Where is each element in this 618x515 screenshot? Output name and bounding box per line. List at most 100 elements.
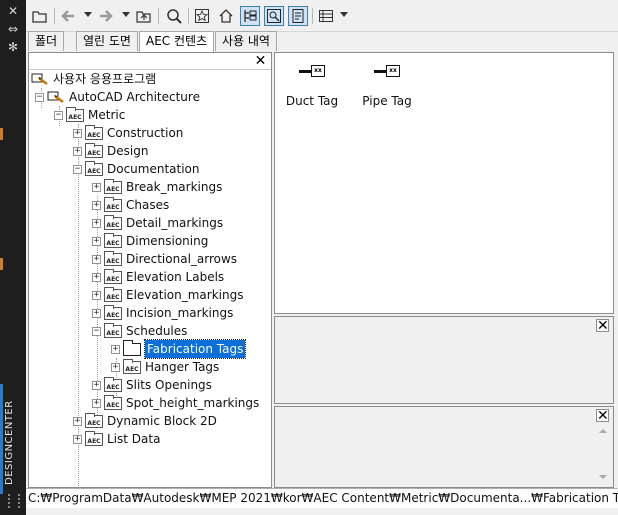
tag-icon: xx	[351, 63, 423, 79]
up-icon[interactable]	[134, 6, 154, 26]
tree-node-incision-markings[interactable]: + AEC Incision_markings	[92, 304, 233, 322]
description-icon[interactable]	[288, 6, 308, 26]
close-tree-icon[interactable]: ✕	[254, 54, 267, 68]
aec-folder-icon: AEC	[104, 214, 122, 230]
load-icon[interactable]	[30, 6, 50, 26]
tree-node-detail-markings[interactable]: + AEC Detail_markings	[92, 214, 223, 232]
tree-node-break-markings[interactable]: + AEC Break_markings	[92, 178, 222, 196]
collapse-icon[interactable]: −	[92, 326, 101, 336]
tree-node-directional-arrows[interactable]: + AEC Directional_arrows	[92, 250, 237, 268]
expand-icon[interactable]: +	[92, 218, 101, 228]
close-palette-icon[interactable]: ✕	[5, 4, 21, 18]
tree-node-fabrication-tags[interactable]: + Fabrication Tags	[111, 339, 247, 359]
tree-node-elevation-labels[interactable]: + AEC Elevation Labels	[92, 268, 224, 286]
tree-node-list-data[interactable]: + AEC List Data	[73, 430, 160, 448]
content-item-pipe-tag[interactable]: xx Pipe Tag	[351, 63, 423, 108]
tree-node-design[interactable]: + AEC Design	[73, 142, 148, 160]
application-icon	[31, 73, 48, 85]
expand-icon[interactable]: +	[73, 434, 82, 444]
aec-folder-icon: AEC	[85, 124, 103, 140]
palette-titlebar: ✕ ⇔ ✻ DESIGNCENTER	[0, 0, 26, 515]
scroll-up-icon[interactable]	[599, 429, 607, 433]
accent-marker	[0, 258, 3, 270]
forward-dropdown-icon[interactable]	[122, 12, 130, 17]
tree-label: Dynamic Block 2D	[107, 414, 217, 428]
expand-icon[interactable]: +	[92, 254, 101, 264]
expand-icon[interactable]: +	[92, 380, 101, 390]
tree-view-toggle-icon[interactable]	[240, 6, 260, 26]
tree-label: Dimensioning	[126, 234, 209, 248]
aec-folder-icon: AEC	[104, 232, 122, 248]
tree-node-documentation[interactable]: − AEC Documentation	[73, 160, 200, 178]
tab-strip: 폴더 열린 도면 AEC 컨텐츠 사용 내역	[26, 31, 618, 52]
tab-aec-content[interactable]: AEC 컨텐츠	[139, 31, 215, 52]
back-icon[interactable]	[58, 6, 78, 26]
close-description-icon[interactable]: ✕	[596, 409, 609, 423]
collapse-icon[interactable]: −	[54, 110, 63, 120]
status-path: C:₩ProgramData₩Autodesk₩MEP 2021₩kor₩AEC…	[26, 488, 618, 508]
expand-icon[interactable]: +	[92, 182, 101, 192]
tree-node-chases[interactable]: + AEC Chases	[92, 196, 169, 214]
tab-folders[interactable]: 폴더	[28, 31, 65, 51]
aec-folder-icon: AEC	[104, 304, 122, 320]
expand-icon[interactable]: +	[92, 398, 101, 408]
tree-label: Directional_arrows	[126, 252, 238, 266]
aec-folder-icon: AEC	[104, 286, 122, 302]
accent-marker	[0, 384, 3, 494]
home-icon[interactable]	[216, 6, 236, 26]
aec-folder-icon: AEC	[85, 412, 103, 428]
tree-node-spot-height-markings[interactable]: + AEC Spot_height_markings	[92, 394, 259, 412]
folder-tree[interactable]: 사용자 응용프로그램 − AutoCAD Architecture − AEC …	[29, 70, 271, 487]
expand-icon[interactable]: +	[92, 308, 101, 318]
views-dropdown-icon[interactable]	[340, 12, 348, 17]
expand-icon[interactable]: +	[111, 344, 120, 354]
expand-icon[interactable]: +	[73, 416, 82, 426]
tree-node-autocad-architecture[interactable]: − AutoCAD Architecture	[35, 88, 200, 106]
collapse-icon[interactable]: −	[73, 164, 82, 174]
back-dropdown-icon[interactable]	[84, 12, 92, 17]
tree-node-metric[interactable]: − AEC Metric	[54, 106, 125, 124]
tree-node-schedules[interactable]: − AEC Schedules	[92, 322, 187, 340]
preview-panel: ✕	[274, 316, 614, 404]
expand-icon[interactable]: +	[73, 128, 82, 138]
tree-node-elevation-markings[interactable]: + AEC Elevation_markings	[92, 286, 243, 304]
tree-node-dimensioning[interactable]: + AEC Dimensioning	[92, 232, 208, 250]
expand-icon[interactable]: +	[92, 200, 101, 210]
tree-label: Incision_markings	[126, 306, 234, 320]
tree-label: Elevation Labels	[126, 270, 225, 284]
aec-folder-icon: AEC	[104, 322, 122, 338]
content-item-duct-tag[interactable]: xx Duct Tag	[276, 63, 348, 108]
search-icon[interactable]	[164, 6, 184, 26]
views-icon[interactable]	[316, 6, 336, 26]
close-preview-icon[interactable]: ✕	[596, 319, 609, 333]
expand-icon[interactable]: +	[111, 362, 120, 372]
resize-grip-icon[interactable]	[8, 494, 20, 508]
tab-history[interactable]: 사용 내역	[215, 31, 277, 51]
aec-folder-icon: AEC	[104, 196, 122, 212]
collapse-icon[interactable]: −	[35, 92, 44, 102]
tab-open-drawings[interactable]: 열린 도면	[76, 31, 138, 51]
auto-hide-icon[interactable]: ⇔	[5, 22, 21, 36]
description-panel: ✕	[274, 406, 614, 488]
tree-node-slits-openings[interactable]: + AEC Slits Openings	[92, 376, 212, 394]
properties-gear-icon[interactable]: ✻	[5, 40, 21, 54]
expand-icon[interactable]: +	[92, 290, 101, 300]
tree-node-user-apps[interactable]: 사용자 응용프로그램	[31, 70, 156, 88]
scroll-down-icon[interactable]	[599, 475, 607, 479]
tree-label-selected: Fabrication Tags	[143, 339, 247, 359]
aec-folder-icon: AEC	[104, 178, 122, 194]
tree-label: Chases	[126, 198, 170, 212]
tree-node-construction[interactable]: + AEC Construction	[73, 124, 183, 142]
content-item-label: Pipe Tag	[362, 94, 412, 108]
expand-icon[interactable]: +	[73, 146, 82, 156]
expand-icon[interactable]: +	[92, 272, 101, 282]
tree-label: List Data	[107, 432, 161, 446]
tree-node-dynamic-block-2d[interactable]: + AEC Dynamic Block 2D	[73, 412, 217, 430]
preview-icon[interactable]	[264, 6, 284, 26]
favorites-icon[interactable]	[192, 6, 212, 26]
expand-icon[interactable]: +	[92, 236, 101, 246]
tree-label: Metric	[88, 108, 126, 122]
tree-label: AutoCAD Architecture	[69, 90, 200, 104]
tree-node-hanger-tags[interactable]: + AEC Hanger Tags	[111, 358, 219, 376]
forward-icon[interactable]	[96, 6, 116, 26]
